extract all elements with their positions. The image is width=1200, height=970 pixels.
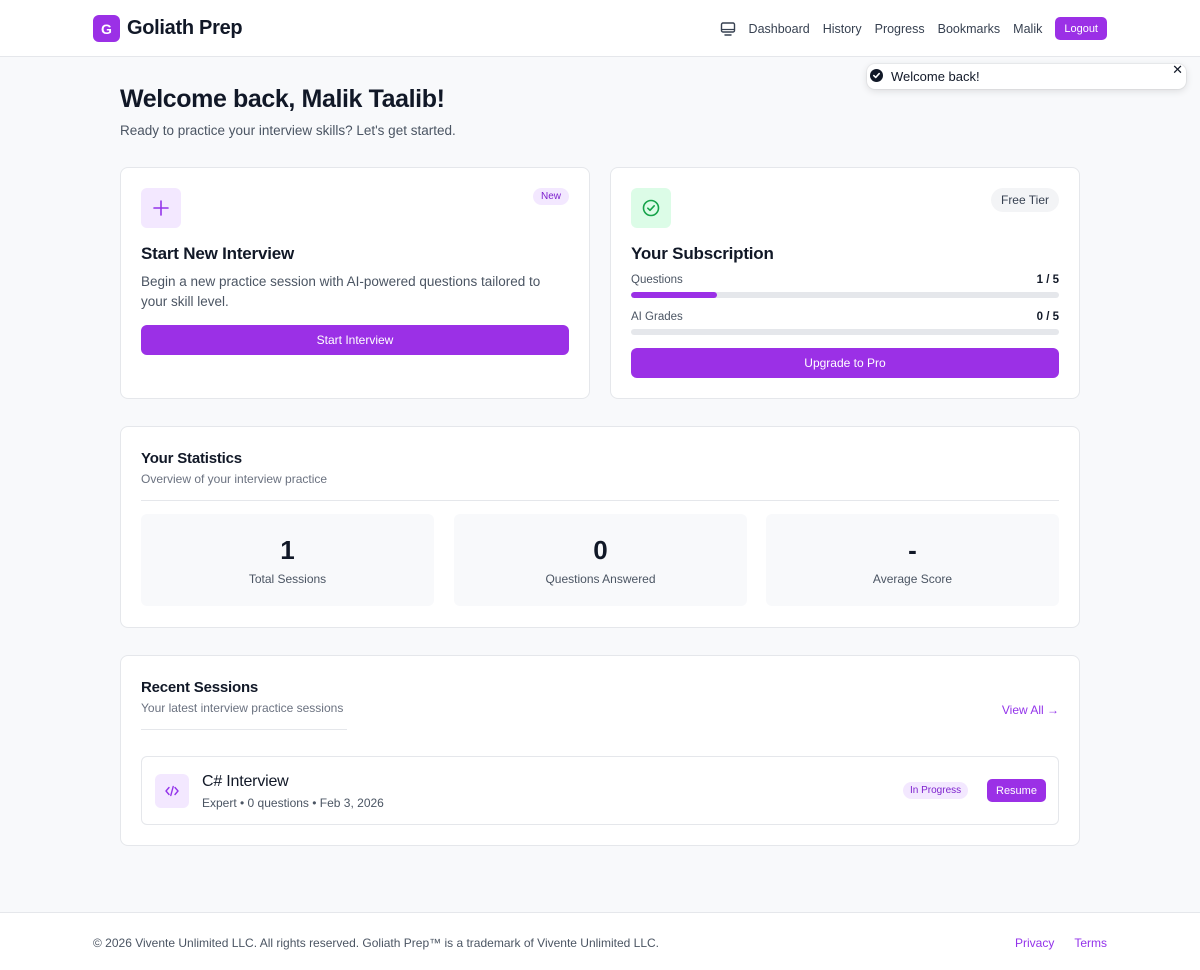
statistics-card: Your Statistics Overview of your intervi… <box>120 426 1080 628</box>
page-subtitle: Ready to practice your interview skills?… <box>120 123 456 138</box>
recent-sessions-title: Recent Sessions <box>141 679 259 696</box>
subscription-title: Your Subscription <box>631 244 774 263</box>
brand[interactable]: G Goliath Prep <box>93 15 243 42</box>
stat-average-score: - Average Score <box>766 514 1059 606</box>
stat-label: Total Sessions <box>248 572 327 586</box>
plus-icon <box>141 188 181 228</box>
brand-logo: G <box>93 15 120 42</box>
session-meta: Expert • 0 questions • Feb 3, 2026 <box>202 796 384 810</box>
top-navbar: G Goliath Prep Dashboard History Progres… <box>0 0 1200 57</box>
nav-bookmarks[interactable]: Bookmarks <box>938 22 1001 36</box>
stat-total-sessions: 1 Total Sessions <box>141 514 434 606</box>
nav-user[interactable]: Malik <box>1013 22 1042 36</box>
stat-value: - <box>908 535 917 565</box>
nav-history[interactable]: History <box>823 22 862 36</box>
subscription-card: Free Tier Your Subscription Questions 1 … <box>610 167 1080 399</box>
usage-bar-ai-grades <box>631 329 1059 335</box>
start-interview-title: Start New Interview <box>141 244 295 263</box>
usage-fill-questions <box>631 292 717 298</box>
stat-label: Average Score <box>872 572 953 586</box>
page-title: Welcome back, Malik Taalib! <box>120 85 445 113</box>
nav-progress[interactable]: Progress <box>875 22 925 36</box>
usage-label-questions: Questions <box>631 274 683 286</box>
welcome-toast: Welcome back! ✕ <box>867 62 1186 89</box>
divider <box>141 500 1059 501</box>
usage-bar-questions <box>631 292 1059 298</box>
statistics-subtitle: Overview of your interview practice <box>141 472 328 486</box>
shield-check-icon <box>631 188 671 228</box>
usage-label-ai-grades: AI Grades <box>631 311 683 323</box>
close-icon[interactable]: ✕ <box>1172 62 1183 78</box>
toast-message: Welcome back! <box>891 69 980 84</box>
brand-name: Goliath Prep <box>127 17 243 39</box>
upgrade-button[interactable]: Upgrade to Pro <box>631 348 1059 378</box>
view-all-link[interactable]: View All → <box>1002 703 1059 717</box>
tier-badge: Free Tier <box>990 188 1059 212</box>
start-interview-button[interactable]: Start Interview <box>141 325 569 355</box>
new-badge: New <box>532 188 569 205</box>
usage-value-questions: 1 / 5 <box>1036 274 1059 286</box>
nav-dashboard[interactable]: Dashboard <box>749 22 810 36</box>
statistics-title: Your Statistics <box>141 450 242 467</box>
footer: © 2026 Vivente Unlimited LLC. All rights… <box>0 912 1200 970</box>
stat-questions-answered: 0 Questions Answered <box>454 514 747 606</box>
check-circle-icon <box>870 69 883 82</box>
start-interview-card: New Start New Interview Begin a new prac… <box>120 167 590 399</box>
code-icon <box>155 774 189 808</box>
privacy-link[interactable]: Privacy <box>1015 936 1054 950</box>
monitor-icon[interactable] <box>720 21 736 36</box>
recent-sessions-subtitle: Your latest interview practice sessions <box>141 701 344 715</box>
stat-value: 1 <box>280 535 295 565</box>
main-nav: Dashboard History Progress Bookmarks Mal… <box>720 17 1107 40</box>
start-interview-description: Begin a new practice session with AI-pow… <box>141 274 541 309</box>
session-title: C# Interview <box>202 773 289 790</box>
recent-sessions-card: Recent Sessions Your latest interview pr… <box>120 655 1080 846</box>
session-row[interactable]: C# Interview Expert • 0 questions • Feb … <box>141 756 1059 825</box>
terms-link[interactable]: Terms <box>1074 936 1107 950</box>
footer-copyright: © 2026 Vivente Unlimited LLC. All rights… <box>93 936 659 950</box>
status-badge: In Progress <box>903 782 969 799</box>
stat-value: 0 <box>593 535 608 565</box>
logout-button[interactable]: Logout <box>1055 17 1107 40</box>
resume-button[interactable]: Resume <box>987 779 1046 802</box>
usage-value-ai-grades: 0 / 5 <box>1036 311 1059 323</box>
footer-links: Privacy Terms <box>995 936 1107 950</box>
divider <box>141 729 347 730</box>
stat-label: Questions Answered <box>545 572 656 586</box>
